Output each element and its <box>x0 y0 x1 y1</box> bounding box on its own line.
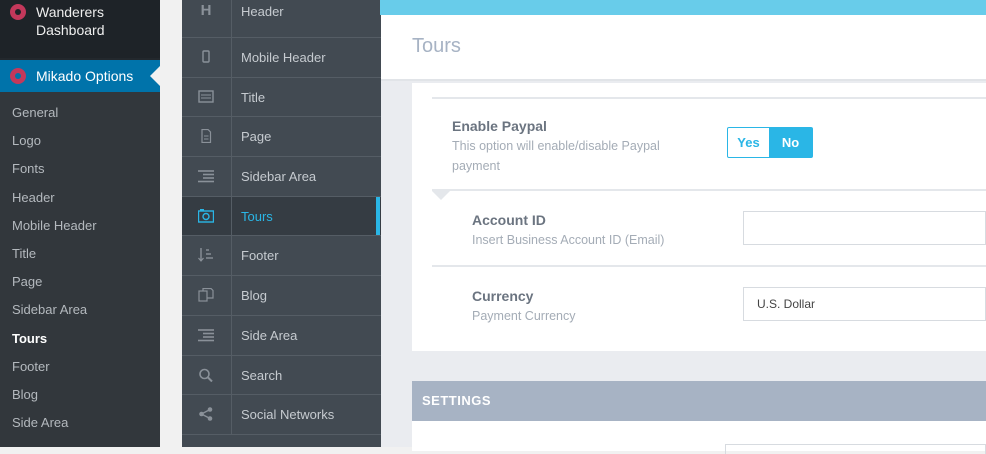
wp-submenu-sidebar-area[interactable]: Sidebar Area <box>0 289 160 317</box>
side-area-lines-icon <box>198 328 214 342</box>
page-header: Tours <box>381 15 986 81</box>
mk-nav-label: Social Networks <box>241 407 335 423</box>
sidebar-lines-icon <box>198 169 214 183</box>
header-h-icon: H <box>200 2 212 19</box>
paypal-field-desc-line2: payment <box>452 159 500 173</box>
mk-nav-label: Blog <box>241 288 268 304</box>
paypal-field-desc-line1: This option will enable/disable Paypal <box>452 139 660 153</box>
site-logo-icon <box>10 4 26 20</box>
settings-section-header: SETTINGS <box>412 381 986 421</box>
mk-nav-icon-cell <box>182 236 232 276</box>
mk-nav-label: Header <box>241 4 284 19</box>
mk-nav-tours[interactable]: Tours <box>182 196 381 237</box>
mk-nav-icon-cell <box>182 395 232 434</box>
tours-camera-icon <box>197 208 215 223</box>
wp-submenu-general[interactable]: General <box>0 92 160 120</box>
wp-site-link[interactable]: Wanderers Dashboard <box>0 0 160 58</box>
mk-nav-label: Page <box>241 129 272 145</box>
wp-submenu-side-area[interactable]: Side Area <box>0 402 160 430</box>
wp-submenu-tours[interactable]: Tours <box>0 318 160 346</box>
title-window-icon <box>198 89 214 104</box>
current-arrow-icon <box>150 66 160 86</box>
wp-submenu-logo[interactable]: Logo <box>0 120 160 148</box>
settings-heading: SETTINGS <box>422 393 492 408</box>
wp-submenu-blog[interactable]: Blog <box>0 374 160 402</box>
site-name: Wanderers Dashboard <box>36 4 105 38</box>
mk-nav-label: Sidebar Area <box>241 169 317 185</box>
mk-nav-icon-cell: H <box>182 0 232 37</box>
page-title: Tours <box>412 35 461 57</box>
mk-nav-blog[interactable]: Blog <box>182 276 381 316</box>
mk-nav-icon-cell <box>182 196 232 236</box>
wp-submenu-fonts[interactable]: Fonts <box>0 148 160 176</box>
mk-nav-icon-cell <box>182 157 232 196</box>
mk-nav-label: Side Area <box>241 327 298 343</box>
toggle-no-option[interactable]: No <box>769 128 812 157</box>
mk-nav-label: Title <box>241 89 266 105</box>
mk-nav-label: Mobile Header <box>241 50 326 65</box>
wp-submenu-title[interactable]: Title <box>0 233 160 261</box>
mk-nav-mobile-header[interactable]: Mobile Header <box>182 38 381 78</box>
wp-menu-mikado-options[interactable]: Mikado Options <box>0 60 160 92</box>
mikado-options-nav: H Header Mobile Header Title Page Sideba… <box>182 0 381 447</box>
blog-copy-icon <box>198 288 214 302</box>
mk-nav-icon-cell <box>182 117 232 157</box>
mk-nav-icon-cell <box>182 77 232 117</box>
mk-nav-label: Tours <box>241 208 273 224</box>
mk-nav-page[interactable]: Page <box>182 117 381 158</box>
mk-nav-sidebar-area[interactable]: Sidebar Area <box>182 157 381 197</box>
paypal-yes-no-toggle[interactable]: Yes No <box>727 127 813 158</box>
tours-options-panel: Enable Paypal This option will enable/di… <box>412 83 986 351</box>
wp-submenu-mobile-header[interactable]: Mobile Header <box>0 205 160 233</box>
mk-nav-search[interactable]: Search <box>182 355 381 396</box>
wp-menu-label: Mikado Options <box>36 68 134 84</box>
divider <box>432 189 986 191</box>
mikado-logo-icon <box>10 68 26 84</box>
mk-nav-label: Footer <box>241 248 279 264</box>
mk-nav-footer[interactable]: Footer <box>182 236 381 277</box>
share-icon <box>198 407 214 421</box>
mk-nav-header[interactable]: H Header <box>182 0 381 38</box>
account-id-input[interactable] <box>743 211 986 245</box>
mk-nav-title[interactable]: Title <box>182 77 381 118</box>
top-accent-bar <box>380 0 986 15</box>
paypal-field-title: Enable Paypal <box>452 118 547 134</box>
account-id-field-title: Account ID <box>472 212 546 228</box>
currency-field-title: Currency <box>472 288 534 304</box>
mk-nav-social-networks[interactable]: Social Networks <box>182 395 381 435</box>
options-content: Tours Enable Paypal This option will ena… <box>381 15 986 454</box>
currency-select[interactable]: U.S. Dollar <box>743 287 986 321</box>
mk-nav-side-area[interactable]: Side Area <box>182 315 381 356</box>
mk-nav-label: Search <box>241 367 283 383</box>
mk-nav-icon-cell <box>182 276 232 315</box>
wp-admin-menu: Wanderers Dashboard Mikado Options Gener… <box>0 0 160 447</box>
mk-nav-icon-cell <box>182 355 232 395</box>
divider <box>432 265 986 267</box>
page-document-icon <box>198 129 214 144</box>
mobile-phone-icon <box>198 50 214 64</box>
divider <box>432 97 986 99</box>
toggle-yes-option[interactable]: Yes <box>728 128 769 157</box>
wp-submenu-footer[interactable]: Footer <box>0 346 160 374</box>
wp-submenu-page[interactable]: Page <box>0 261 160 289</box>
footer-sort-icon <box>198 248 214 263</box>
account-id-field-desc: Insert Business Account ID (Email) <box>472 233 665 247</box>
search-icon <box>198 368 214 382</box>
dependency-notch <box>432 191 450 200</box>
wp-submenu-header[interactable]: Header <box>0 177 160 205</box>
mk-nav-icon-cell <box>182 315 232 355</box>
currency-field-desc: Payment Currency <box>472 309 576 323</box>
settings-field-box[interactable] <box>725 444 986 454</box>
mk-nav-icon-cell <box>182 38 232 77</box>
wp-submenu: General Logo Fonts Header Mobile Header … <box>0 92 160 447</box>
